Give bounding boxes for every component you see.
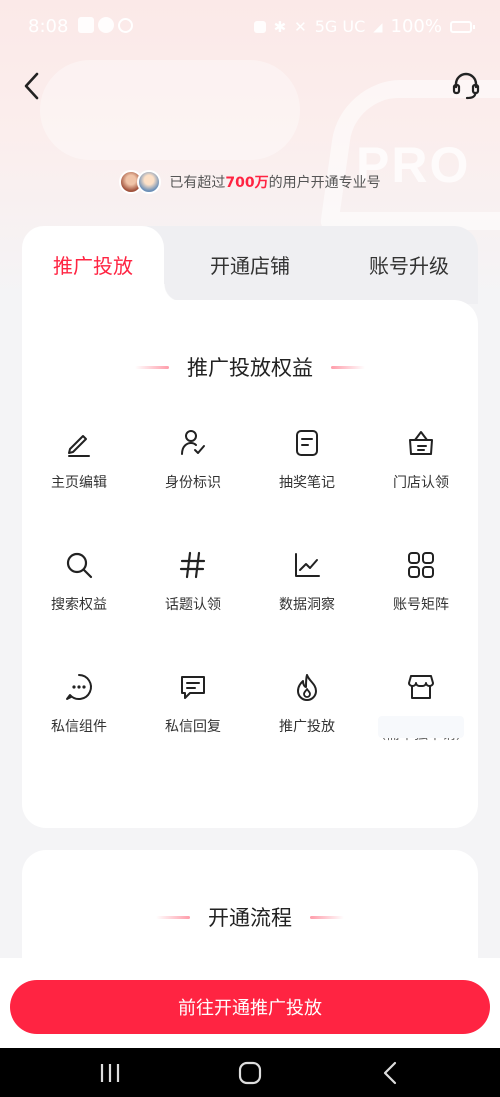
benefit-label: 话题认领 [165, 597, 221, 613]
benefit-label: 数据洞察 [279, 597, 335, 613]
notification-icons [78, 17, 133, 33]
benefits-card: 推广投放权益 主页编辑 身份标识 抽奖笔记 门店认领 搜索权益 话题认领 数据洞… [22, 300, 478, 828]
users-banner-prefix: 已有超过 [169, 175, 226, 191]
search-icon [66, 552, 93, 579]
benefit-shop[interactable]: （需单独申请） [364, 672, 478, 762]
recent-apps-button[interactable] [80, 1056, 140, 1090]
user-check-icon [181, 430, 205, 455]
grid-icon [408, 552, 434, 578]
tab-promotion[interactable]: 推广投放 [22, 226, 164, 302]
users-banner: 已有超过700万的用户开通专业号 [0, 168, 500, 196]
status-bar: 8:08 ✱ ✕ 5G UC ◢ 100% [0, 0, 500, 56]
headset-icon [452, 72, 480, 100]
app-notification-icon [98, 17, 114, 33]
home-button[interactable] [220, 1056, 280, 1090]
chat-dots-icon [66, 674, 92, 700]
benefit-label: 门店认领 [393, 475, 449, 491]
benefits-title: 推广投放权益 [22, 352, 478, 382]
pencil-icon [68, 435, 90, 457]
benefits-title-text: 推广投放权益 [187, 356, 313, 380]
status-right: ✱ ✕ 5G UC ◢ 100% [253, 16, 475, 37]
note-background [378, 716, 464, 738]
title-decoration-right [310, 915, 344, 919]
benefit-data-insight[interactable]: 数据洞察 [250, 550, 364, 640]
benefit-search[interactable]: 搜索权益 [22, 550, 136, 640]
chevron-left-icon [24, 72, 39, 100]
open-promotion-button[interactable]: 前往开通推广投放 [10, 980, 490, 1034]
benefit-store-claim[interactable]: 门店认领 [364, 428, 478, 518]
benefit-homepage-edit[interactable]: 主页编辑 [22, 428, 136, 518]
users-banner-text: 已有超过700万的用户开通专业号 [169, 172, 380, 192]
hashtag-icon [179, 551, 206, 579]
system-navigation-bar [0, 1048, 500, 1097]
benefit-label: 账号矩阵 [393, 597, 449, 613]
shop-icon [408, 675, 434, 699]
benefit-label: 推广投放 [279, 719, 335, 735]
benefit-dm-component[interactable]: 私信组件 [22, 672, 136, 762]
benefit-promotion[interactable]: 推广投放 [250, 672, 364, 762]
line-chart-icon [295, 553, 320, 577]
status-time: 8:08 [28, 16, 69, 37]
alarm-icon [253, 20, 266, 33]
tab-open-store[interactable]: 开通店铺 [172, 226, 328, 302]
process-title-text: 开通流程 [208, 906, 292, 930]
note-icon [296, 430, 318, 456]
system-back-button[interactable] [360, 1056, 420, 1090]
title-decoration-left [135, 365, 169, 369]
notification-icon [78, 17, 94, 33]
recent-apps-icon [100, 1064, 120, 1082]
hero-decoration [40, 60, 300, 160]
users-banner-suffix: 的用户开通专业号 [268, 175, 381, 191]
tab-account-upgrade[interactable]: 账号升级 [332, 226, 486, 302]
benefit-label: 私信组件 [51, 719, 107, 735]
process-title: 开通流程 [22, 902, 478, 932]
title-decoration-right [331, 365, 365, 369]
back-button[interactable] [14, 66, 50, 106]
home-icon [238, 1061, 262, 1085]
customer-service-button[interactable] [446, 66, 486, 106]
battery-icon [450, 20, 475, 33]
benefit-topic-claim[interactable]: 话题认领 [136, 550, 250, 640]
avatar-group [119, 170, 162, 194]
users-count: 700万 [225, 175, 269, 191]
clock-icon [118, 17, 133, 33]
mute-icon: ✕ [294, 17, 307, 36]
network-label: 5G UC [314, 17, 366, 36]
bluetooth-icon: ✱ [273, 17, 287, 36]
store-claim-icon [409, 431, 433, 455]
back-arrow-icon [383, 1061, 397, 1085]
benefit-label: 主页编辑 [51, 475, 107, 491]
benefit-label: 身份标识 [165, 475, 221, 491]
benefit-account-matrix[interactable]: 账号矩阵 [364, 550, 478, 640]
benefit-dm-reply[interactable]: 私信回复 [136, 672, 250, 762]
benefit-label: 抽奖笔记 [279, 475, 335, 491]
battery-label: 100% [390, 16, 442, 37]
avatar [137, 170, 162, 194]
benefit-identity-badge[interactable]: 身份标识 [136, 428, 250, 518]
benefit-label: 私信回复 [165, 719, 221, 735]
title-decoration-left [156, 915, 190, 919]
bottom-action-bar: 前往开通推广投放 [0, 958, 500, 1048]
chat-lines-icon [181, 676, 205, 699]
signal-icon: ◢ [373, 19, 383, 34]
fire-icon [297, 674, 317, 701]
benefit-lottery-note[interactable]: 抽奖笔记 [250, 428, 364, 518]
benefit-label: 搜索权益 [51, 597, 107, 613]
